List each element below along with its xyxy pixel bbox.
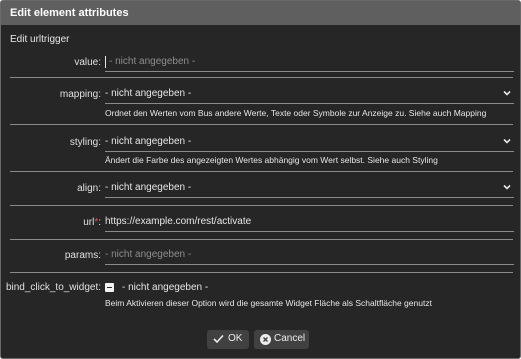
dialog-content: Edit urltrigger value: - nicht angegeben… [1,25,520,316]
bind-click-to-widget-checkbox-text[interactable]: - nicht angegeben - [122,282,208,293]
dialog-title: Edit element attributes [10,7,129,19]
indeterminate-mark [107,287,112,288]
dialog-titlebar[interactable]: Edit element attributes [1,1,520,25]
value-input[interactable]: - nicht angegeben - [105,53,514,72]
params-input[interactable]: - nicht angegeben - [105,246,514,265]
chevron-down-icon [503,138,511,144]
close-circle-icon [260,334,271,345]
text-cursor [105,56,106,68]
url-input[interactable]: https://example.com/rest/activate [105,213,514,232]
styling-select[interactable]: - nicht angegeben - [105,133,514,152]
params-placeholder: - nicht angegeben - [105,249,192,260]
url-label: url*: [83,217,101,228]
url-value: https://example.com/rest/activate [105,216,252,227]
separator [10,272,513,273]
ok-button[interactable]: OK [207,330,249,349]
url-label-text: url [83,217,95,228]
edit-element-attributes-dialog: Edit element attributes Edit urltrigger … [0,0,521,359]
styling-selected-value: - nicht angegeben - [105,136,192,147]
check-icon [213,334,224,344]
cancel-button-label: Cancel [274,333,306,344]
styling-label: styling: [69,137,101,148]
dialog-subtitle: Edit urltrigger [10,34,70,45]
ok-button-label: OK [228,333,243,344]
value-label: value: [74,57,101,68]
params-label: params: [64,250,101,261]
value-placeholder: - nicht angegeben - [109,56,196,67]
chevron-down-icon [503,184,511,190]
separator [10,171,513,172]
cancel-button[interactable]: Cancel [254,330,309,349]
separator [10,77,513,78]
styling-help-text: Ändert die Farbe des angezeigten Wertes … [105,155,438,165]
bind-click-to-widget-help-text: Beim Aktivieren dieser Option wird die g… [105,298,432,308]
dialog-footer: OK Cancel [1,314,520,358]
mapping-selected-value: - nicht angegeben - [105,88,192,99]
separator [10,205,513,206]
chevron-down-icon [503,90,511,96]
url-label-colon: : [98,217,101,228]
mapping-help-text: Ordnet den Werten vom Bus andere Werte, … [105,108,487,118]
align-selected-value: - nicht angegeben - [105,182,192,193]
mapping-select[interactable]: - nicht angegeben - [105,85,514,104]
separator [10,124,513,125]
align-label: align: [77,183,101,194]
bind-click-to-widget-label: bind_click_to_widget: [5,282,101,293]
align-select[interactable]: - nicht angegeben - [105,179,514,198]
mapping-label: mapping: [59,89,101,100]
bind-click-to-widget-checkbox[interactable] [105,283,114,292]
separator [10,239,513,240]
